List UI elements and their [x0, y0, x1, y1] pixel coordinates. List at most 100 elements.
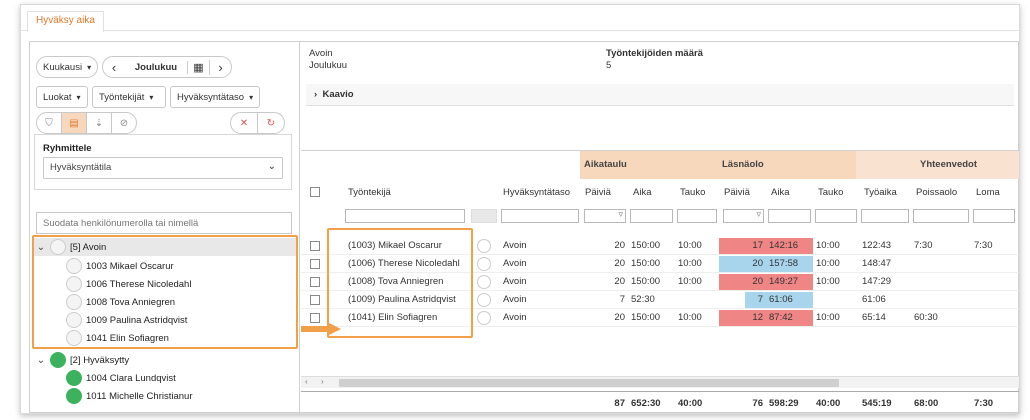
prev-month-button[interactable]: ‹	[103, 60, 125, 75]
tree-item[interactable]: 1004 Clara Lundqvist	[34, 369, 296, 387]
col-presence-time[interactable]: Aika	[768, 179, 792, 205]
level-dropdown[interactable]: Hyväksyntätaso ▾	[170, 86, 260, 108]
cell-presence-days: 20	[752, 276, 763, 287]
checkbox	[310, 295, 320, 305]
col-absence[interactable]: Poissaolo	[913, 179, 960, 205]
scroll-left-icon[interactable]: ‹	[305, 377, 308, 386]
checkbox	[310, 313, 320, 323]
cell-work-time: 148:47	[862, 258, 892, 269]
filter-schedule-time-input[interactable]	[630, 209, 673, 223]
employee-filter-input[interactable]	[36, 212, 292, 234]
row-checkbox[interactable]	[307, 237, 323, 255]
sort-icon[interactable]: ⇣	[86, 112, 112, 134]
total-absence: 68:00	[914, 397, 939, 409]
employees-dropdown[interactable]: Työntekijät ▾	[92, 86, 166, 108]
check-circle-icon[interactable]: ⊘	[111, 112, 137, 134]
total-presence-days: 76	[752, 397, 763, 409]
tab-approve-time[interactable]: Hyväksy aika	[27, 11, 104, 32]
col-holiday[interactable]: Loma	[973, 179, 1003, 205]
cell-employee[interactable]: (1003) Mikael Oscarur	[345, 237, 495, 254]
time-grid: Aikataulu Läsnäolo Yhteenvedot Työntekij…	[301, 150, 1019, 409]
status-info: Avoin Joulukuu	[309, 48, 347, 72]
cell-work-time: 61:06	[862, 294, 886, 305]
total-schedule-time: 652:30	[631, 397, 661, 409]
month-navigator: ‹ Joulukuu ▦ ›	[102, 56, 232, 78]
tree-item[interactable]: 1011 Michelle Christianur	[34, 387, 296, 405]
period-select[interactable]: Kuukausi ▾	[36, 56, 98, 78]
cell-work-time: 122:43	[862, 240, 892, 251]
cell-presence-time: 87:42	[769, 312, 793, 323]
employees-label: Työntekijät	[99, 91, 145, 103]
group-by-select[interactable]: Hyväksyntätila ⌄	[43, 157, 283, 179]
col-approval-level[interactable]: Hyväksyntätaso	[500, 179, 573, 205]
cell-schedule-time: 150:00	[631, 276, 661, 287]
employee-count-value: 5	[606, 60, 612, 71]
group-by-value: Hyväksyntätila	[50, 162, 112, 173]
cell-employee[interactable]: (1008) Tova Anniegren	[345, 273, 495, 290]
horizontal-scrollbar[interactable]: ‹ ›	[301, 376, 1019, 388]
total-presence-break: 40:00	[816, 397, 841, 409]
grid-view-icon[interactable]: ▤	[61, 112, 87, 134]
clear-icon[interactable]: ✕	[230, 112, 258, 134]
funnel-icon: ▿	[618, 209, 623, 219]
row-checkbox[interactable]	[307, 255, 323, 273]
filter-schedule-days-input[interactable]: ▿	[584, 209, 626, 223]
left-panel: Kuukausi ▾ ‹ Joulukuu ▦ › Luokat ▾ Työntek…	[30, 42, 300, 414]
cell-schedule-break: 10:00	[678, 240, 702, 251]
filter-absence-input[interactable]	[913, 209, 969, 223]
chevron-down-icon: ▾	[149, 92, 154, 102]
cell-presence-days: 20	[752, 258, 763, 269]
row-checkbox[interactable]	[307, 291, 323, 309]
filter-presence-time-input[interactable]	[768, 209, 811, 223]
cell-employee[interactable]: (1006) Therese Nicoledahl	[345, 255, 495, 272]
cell-schedule-break: 10:00	[678, 312, 702, 323]
tree-group-approved[interactable]: ⌄ [2] Hyväksytty	[34, 351, 296, 369]
filter-work-time-input[interactable]	[861, 209, 909, 223]
group-by-label: Ryhmittele	[43, 143, 92, 154]
scroll-right-icon[interactable]: ›	[321, 377, 324, 386]
checkbox	[310, 241, 320, 251]
col-schedule-days[interactable]: Päiviä	[582, 179, 614, 205]
chevron-down-icon: ▾	[87, 62, 92, 72]
classes-dropdown[interactable]: Luokat ▾	[36, 86, 88, 108]
col-schedule-time[interactable]: Aika	[630, 179, 654, 205]
cell-employee[interactable]: (1041) Elin Sofiagren	[345, 309, 495, 326]
scrollbar-thumb[interactable]	[339, 379, 839, 387]
col-presence-days[interactable]: Päiviä	[721, 179, 753, 205]
col-employee[interactable]: Työntekijä	[345, 179, 394, 205]
group-header-schedule: Aikataulu	[580, 151, 718, 179]
row-checkbox[interactable]	[307, 309, 323, 327]
cell-absence: 60:30	[914, 312, 938, 323]
filter-holiday-input[interactable]	[973, 209, 1015, 223]
select-all-checkbox[interactable]	[307, 179, 323, 205]
row-checkbox[interactable]	[307, 273, 323, 291]
filter-presence-break-input[interactable]	[815, 209, 857, 223]
filter-level-input[interactable]	[501, 209, 579, 223]
filter-presence-days-input[interactable]: ▿	[723, 209, 764, 223]
chevron-down-icon: ▾	[249, 92, 254, 102]
total-holiday: 7:30	[974, 397, 994, 409]
col-presence-break[interactable]: Tauko	[815, 179, 846, 205]
total-schedule-break: 40:00	[678, 397, 703, 409]
cell-presence-time: 61:06	[769, 294, 793, 305]
refresh-icon[interactable]: ↻	[257, 112, 285, 134]
chart-expander[interactable]: › Kaavio	[306, 84, 1014, 106]
cell-employee[interactable]: (1009) Paulina Astridqvist	[345, 291, 495, 308]
col-work-time[interactable]: Työaika	[861, 179, 900, 205]
filter-icon[interactable]: ⛉	[36, 112, 62, 134]
cell-schedule-days: 20	[614, 276, 625, 287]
col-schedule-break[interactable]: Tauko	[677, 179, 708, 205]
cell-schedule-time: 150:00	[631, 258, 661, 269]
next-month-button[interactable]: ›	[209, 59, 231, 75]
cell-holiday	[971, 309, 1017, 326]
filter-schedule-break-input[interactable]	[677, 209, 717, 223]
cell-schedule-time: 150:00	[631, 240, 661, 251]
tree-item-label: 1011 Michelle Christianur	[86, 390, 193, 402]
total-work-time: 545:19	[862, 397, 892, 409]
tree-group-label: [2] Hyväksytty	[70, 354, 130, 366]
cell-work-time: 65:14	[862, 312, 886, 323]
cell-schedule-days: 20	[614, 312, 625, 323]
filter-employee-input[interactable]	[345, 209, 465, 223]
tree-item-label: 1004 Clara Lundqvist	[86, 372, 176, 384]
calendar-icon[interactable]: ▦	[187, 60, 209, 74]
